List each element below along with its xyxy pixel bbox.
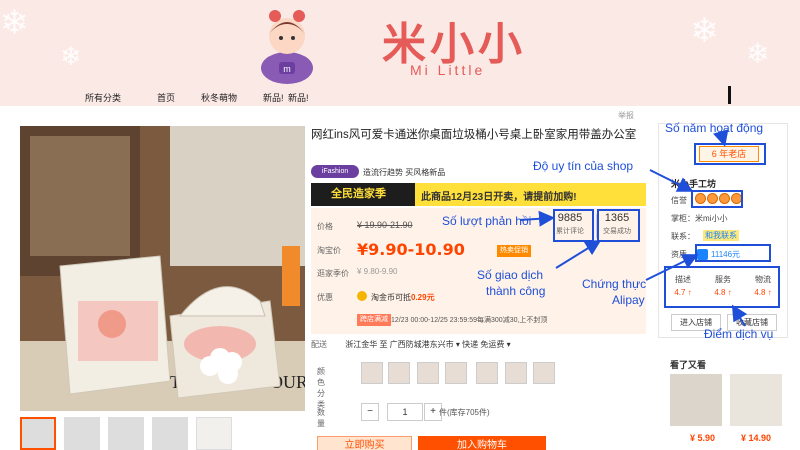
shop-name[interactable]: 米小手工坊 [671,177,716,190]
seller-row: 掌柜：米mi小小 [671,214,728,223]
also-viewed-title: 看了又看 [670,360,707,370]
promo-banner: 全民造家季 此商品12月23日开卖，请提前加购! [311,183,646,206]
product-main-image[interactable]: THE WALL JOURNAL [20,126,305,411]
color-swatch-1[interactable] [361,362,383,384]
event-price-label: 逛家季价 [317,269,349,278]
discount-period-text: 12/23 00:00-12/25 23:59:59每满300减30,上不封顶 [391,317,548,324]
annotation-alipay-line1: Chứng thực [582,277,647,291]
snowflake-icon: ❄ [690,11,719,51]
nav-item-all-categories[interactable]: 所有分类 [85,91,121,104]
annotation-box-scores [664,266,780,308]
product-photo: THE WALL JOURNAL [20,126,305,411]
product-title: 网红ins风可爱卡通迷你桌面垃圾桶小号桌上卧室家用带盖办公室 [311,129,637,141]
quality-label: 资质 [671,250,687,259]
thumbnail-5[interactable] [196,417,232,450]
shipping-label: 配送 [311,340,327,349]
thumbnail-4[interactable] [152,417,188,450]
thumbnail-1[interactable] [20,417,56,450]
color-swatch-4[interactable] [445,362,467,384]
thumbnail-3[interactable] [108,417,144,450]
also-viewed-item-2[interactable] [730,374,782,426]
color-swatch-3[interactable] [417,362,439,384]
mascot-logo: m [261,10,313,84]
svg-text:m: m [283,64,291,74]
thumbnail-2[interactable] [64,417,100,450]
taojinbi-coin-icon [357,291,367,301]
add-to-cart-button[interactable]: 加入购物车 [418,436,546,450]
buy-now-button[interactable]: 立即购买 [317,436,412,450]
brand-name-en: Mi Little [410,62,486,78]
color-label: 颜色分类 [317,367,325,409]
cross-store-discount-badge: 跨店满减 [357,314,391,326]
coin-discount-text: 淘金币可抵0.29元 [371,293,435,302]
annotation-trades-line2: thành công [486,284,546,298]
nav-item-new-2[interactable]: 新品! [288,91,309,104]
color-swatch-7[interactable] [533,362,555,384]
annotation-years: Số năm hoạt động [665,121,764,135]
contact-seller-link[interactable]: 和我联系 [703,230,739,241]
reputation-label: 信誉 [671,196,687,205]
quantity-input[interactable]: 1 [387,403,423,421]
annotation-box-reputation [691,190,743,208]
benefit-label: 优惠 [317,293,333,302]
ifashion-slogan: 造流行趋势 买风格新品 [363,168,446,177]
ifashion-badge[interactable]: iFashion [311,165,359,178]
annotation-box-trades [597,209,640,242]
annotation-alipay-line2: Alipay [612,293,645,307]
annotation-service: Điểm dịch vụ [704,327,774,341]
also-viewed-item-1[interactable] [670,374,722,426]
event-price: ¥ 9.80-9.90 [357,267,398,276]
annotation-box-years [694,143,766,165]
snowflake-icon: ❄ [60,42,82,72]
shop-banner: ❄ ❄ ❄ ❄ m 米小小 Mi Little [0,0,800,88]
promo-text: 此商品12月23日开卖，请提前加购! [421,192,577,203]
snowflake-icon: ❄ [0,3,29,43]
also-viewed-price-2: ¥ 14.90 [741,433,772,443]
quantity-label: 数量 [317,408,325,428]
current-price: ¥9.90-10.90 [357,240,465,259]
shipping-destination-select[interactable]: 浙江金华 至 广西防城港东兴市 ▾ 快递 免运费 ▾ [345,340,510,349]
color-swatch-6[interactable] [505,362,527,384]
report-link[interactable]: 举报 [618,110,634,121]
annotation-box-reviews [553,209,594,242]
annotation-trades-line1: Số giao dịch [477,268,544,282]
price-label: 价格 [317,222,333,231]
annotation-box-alipay [695,244,771,262]
promo-logo: 全民造家季 [311,183,415,206]
quantity-decrease-button[interactable]: − [361,403,379,421]
stock-text: 件(库存705件) [439,408,490,417]
also-viewed-price-1: ¥ 5.90 [690,433,716,443]
taobao-price-label: 淘宝价 [317,246,341,255]
annotation-reputation: Độ uy tín của shop [533,159,634,173]
color-swatch-2[interactable] [388,362,410,384]
shipping-row: 配送 浙江金华 至 广西防城港东兴市 ▾ 快递 免运费 ▾ [311,339,511,350]
snowflake-icon: ❄ [746,37,770,70]
nav-item-new-1[interactable]: 新品! [263,91,284,104]
text-cursor [728,86,731,104]
original-price: ¥ 19.90-21.90 [357,220,413,230]
color-swatch-5[interactable] [476,362,498,384]
contact-label: 联系： [671,232,695,241]
nav-item-home[interactable]: 首页 [157,91,175,104]
hot-sale-badge: 热卖促销 [497,245,531,257]
shop-nav: 所有分类 首页 秋冬萌物 新品! 新品! [0,88,800,106]
annotation-reviews: Số lượt phản hồi [442,214,532,228]
nav-item-winter-cute[interactable]: 秋冬萌物 [201,91,237,104]
